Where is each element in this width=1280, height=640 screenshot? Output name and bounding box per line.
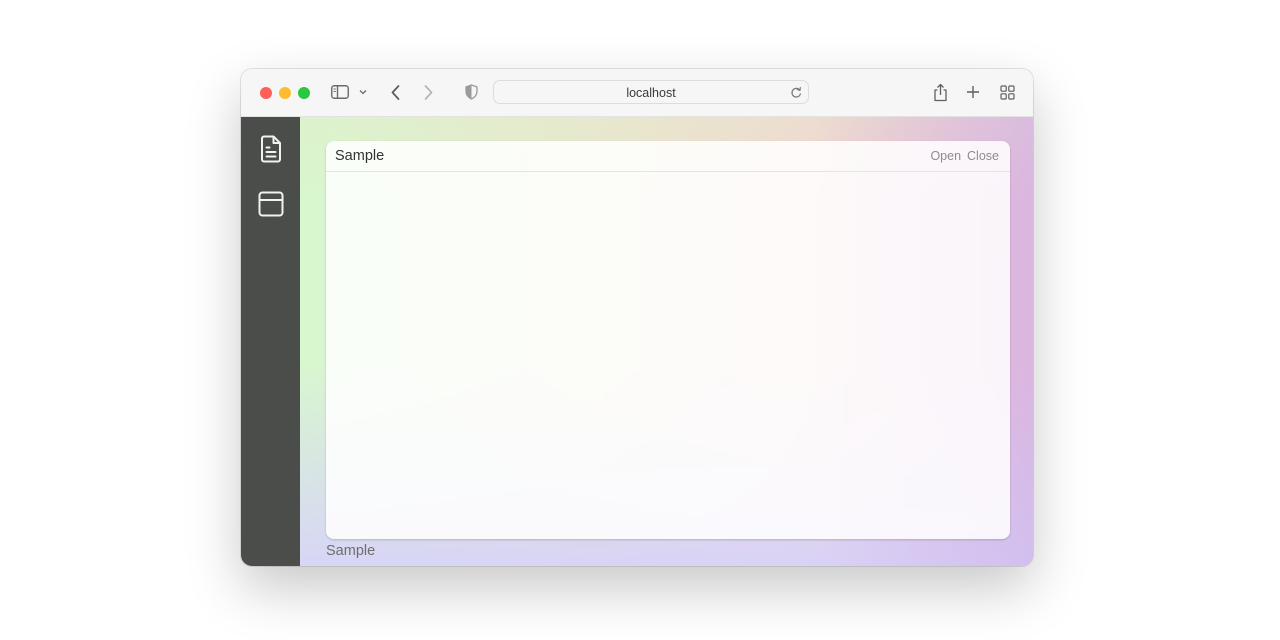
page-content: Sample Open Close Sample bbox=[300, 117, 1033, 566]
new-tab-icon[interactable] bbox=[964, 83, 982, 101]
browser-window: localhost Sample Open Close Sample bbox=[241, 69, 1033, 566]
panel-actions: Open Close bbox=[930, 149, 999, 163]
open-button[interactable]: Open bbox=[930, 149, 961, 163]
zoom-window-button[interactable] bbox=[298, 87, 310, 99]
reload-icon[interactable] bbox=[790, 86, 802, 104]
close-button[interactable]: Close bbox=[967, 149, 999, 163]
browser-toolbar: localhost bbox=[241, 69, 1033, 117]
tab-overview-icon[interactable] bbox=[998, 83, 1016, 101]
window-panel-icon[interactable] bbox=[257, 190, 285, 218]
sidebar-toggle-icon[interactable] bbox=[330, 83, 350, 101]
document-icon[interactable] bbox=[257, 135, 285, 163]
minimize-window-button[interactable] bbox=[279, 87, 291, 99]
sample-panel: Sample Open Close bbox=[326, 141, 1010, 539]
back-icon[interactable] bbox=[388, 83, 402, 101]
panel-title: Sample bbox=[335, 148, 385, 164]
chevron-down-icon[interactable] bbox=[358, 87, 368, 97]
address-text: localhost bbox=[626, 86, 676, 100]
privacy-shield-icon[interactable] bbox=[463, 83, 479, 101]
panel-header: Sample Open Close bbox=[326, 141, 1010, 172]
close-window-button[interactable] bbox=[260, 87, 272, 99]
footer-label: Sample bbox=[326, 543, 376, 559]
forward-icon[interactable] bbox=[421, 83, 435, 101]
share-icon[interactable] bbox=[931, 81, 949, 103]
app-sidebar bbox=[241, 117, 300, 566]
address-bar[interactable]: localhost bbox=[493, 80, 809, 104]
